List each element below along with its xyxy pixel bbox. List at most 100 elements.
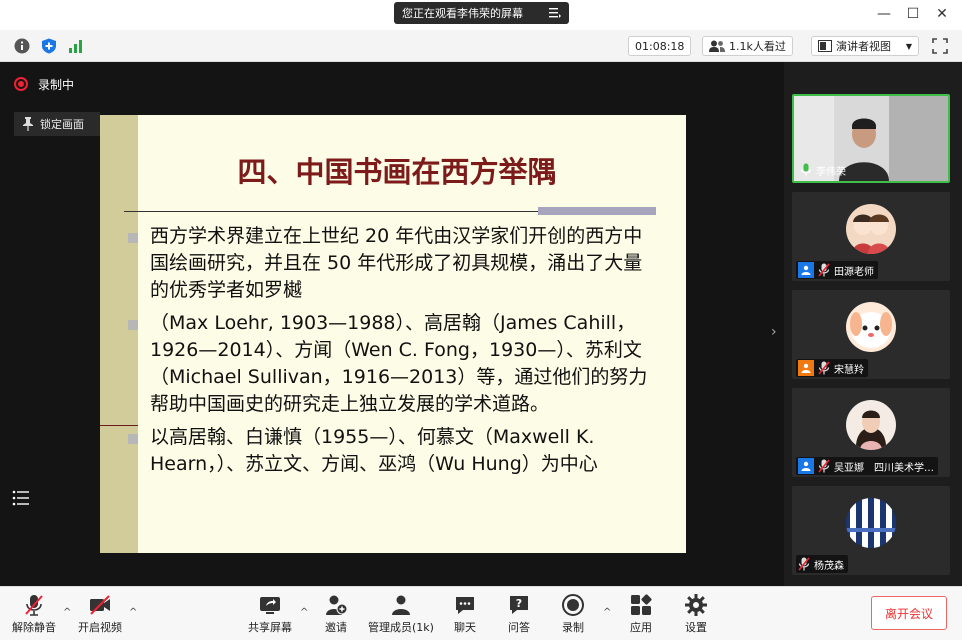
video-off-icon [90,595,110,615]
info-icon[interactable] [14,38,30,54]
record-label: 录制 [562,621,584,634]
start-video-button[interactable]: 开启视频 [78,593,122,635]
participants-panel: 李伟荣 田源老师 宋慧羚 吴亚娜 四川美术学… 杨茂森 [784,62,962,586]
leave-meeting-label: 离开会议 [884,606,933,621]
slide-bullet: 西方学术界建立在上世纪 20 年代由汉学家们开创的西方中国绘画研究，并且在 50… [128,223,658,304]
viewers-text: 1.1k人看过 [729,40,786,53]
timer-text: 01:08:18 [635,39,685,53]
add-person-icon [326,595,348,615]
menu-icon[interactable] [549,7,561,18]
user-badge-icon [798,262,814,278]
share-banner-text: 您正在观看李伟荣的屏幕 [402,7,523,20]
slide-bullets: 西方学术界建立在上世纪 20 年代由汉学家们开创的西方中国绘画研究，并且在 50… [128,223,658,484]
bullet-text: （Max Loehr, 1903—1988）、高居翰（James Cahill，… [150,312,648,415]
participant-tile[interactable]: 宋慧羚 [792,290,950,379]
qa-label: 问答 [508,621,530,634]
recording-label: 录制中 [38,77,75,92]
avatar [846,302,896,352]
participant-tile[interactable]: 吴亚娜 四川美术学… [792,388,950,477]
record-button[interactable]: 录制 [561,593,585,635]
lock-view-label: 锁定画面 [40,118,84,131]
slide-title: 四、中国书画在西方举隅 [237,155,557,189]
settings-label: 设置 [685,621,707,634]
apps-button[interactable]: 应用 [629,593,653,635]
title-underline-accent [538,207,656,215]
slide-bullet: （Max Loehr, 1903—1988）、高居翰（James Cahill，… [128,310,658,418]
participant-tile[interactable]: 田源老师 [792,192,950,281]
mic-muted-icon [798,557,810,571]
participant-tile[interactable]: 杨茂森 [792,486,950,575]
bullet-text: 西方学术界建立在上世纪 20 年代由汉学家们开创的西方中国绘画研究，并且在 50… [150,225,643,301]
participant-tile-speaker[interactable]: 李伟荣 [792,94,950,183]
start-video-label: 开启视频 [78,621,122,634]
gear-icon [685,594,707,616]
avatar [846,400,896,450]
svg-text:?: ? [516,597,522,610]
meeting-window: 您正在观看李伟荣的屏幕 — ☐ ✕ 01:08:18 1.1k人看过 演讲者视图… [0,0,962,640]
info-bar: 01:08:18 1.1k人看过 演讲者视图 ▼ [0,30,962,62]
chevron-up-icon[interactable]: ^ [300,607,308,618]
apps-icon [631,594,652,615]
share-screen-icon [260,597,280,614]
manage-members-label: 管理成员(1k) [368,621,434,634]
bullet-marker [128,233,138,243]
meeting-toolbar: 解除静音 ^ 开启视频 ^ 共享屏幕 ^ 邀请 管理成员(1k) 聊天 ? 问答 [0,586,962,640]
lock-view-button[interactable]: 锁定画面 [14,112,100,136]
chat-label: 聊天 [454,621,476,634]
record-icon [562,594,584,616]
slide-bullet: 以高居翰、白谦慎（1955—）、何慕文（Maxwell K. Hearn，）、苏… [128,424,658,478]
view-mode-text: 演讲者视图 [836,40,891,53]
share-screen-button[interactable]: 共享屏幕 [248,593,292,635]
minimize-button[interactable]: — [876,6,892,22]
question-icon: ? [510,596,528,614]
avatar [846,498,896,548]
view-mode-dropdown[interactable]: 演讲者视图 ▼ [811,36,919,56]
maximize-button[interactable]: ☐ [905,6,921,22]
bullet-text: 以高居翰、白谦慎（1955—）、何慕文（Maxwell K. Hearn，）、苏… [150,426,598,475]
avatar [846,204,896,254]
chat-button[interactable]: 聊天 [453,593,477,635]
invite-label: 邀请 [325,621,347,634]
chevron-up-icon[interactable]: ^ [63,607,71,618]
collapse-panel-arrow-icon[interactable]: › [771,324,777,340]
signal-icon[interactable] [68,38,84,54]
screen-share-banner[interactable]: 您正在观看李伟荣的屏幕 [394,2,569,24]
participant-name: 田源老师 [834,266,874,278]
meeting-timer: 01:08:18 [628,36,692,56]
share-screen-label: 共享屏幕 [248,621,292,634]
fullscreen-icon[interactable] [932,38,948,54]
people-icon [709,40,725,52]
manage-members-button[interactable]: 管理成员(1k) [368,593,434,635]
invite-button[interactable]: 邀请 [324,593,348,635]
leave-meeting-button[interactable]: 离开会议 [871,596,947,630]
unmute-button[interactable]: 解除静音 [12,593,56,635]
speaker-view-icon [818,40,832,52]
members-icon [391,595,410,615]
participant-name: 吴亚娜 四川美术学… [834,462,934,474]
unmute-label: 解除静音 [12,621,56,634]
mic-muted-icon [25,595,43,616]
recording-indicator[interactable]: 录制中 [14,72,74,96]
title-bar: 您正在观看李伟荣的屏幕 — ☐ ✕ [0,0,962,30]
shield-icon[interactable] [41,38,57,54]
shared-screen-area: 录制中 锁定画面 四、中国书画在西方举隅 西方学术界建立在上世纪 20 年代由汉… [0,62,784,586]
user-badge-icon [798,458,814,474]
settings-button[interactable]: 设置 [684,593,708,635]
mic-muted-icon [818,361,830,375]
chevron-down-icon: ▼ [905,41,912,51]
chevron-up-icon[interactable]: ^ [129,607,137,618]
bullet-marker [128,320,138,330]
participant-label: 李伟荣 [798,161,850,179]
participant-label: 田源老师 [796,261,878,279]
mic-muted-icon [818,263,830,277]
viewers-count[interactable]: 1.1k人看过 [702,36,793,56]
mic-muted-icon [818,459,830,473]
list-icon[interactable] [12,490,30,506]
mic-icon [800,163,812,177]
record-dot-icon [14,77,28,91]
close-button[interactable]: ✕ [934,6,950,22]
pin-icon [23,117,33,131]
qa-button[interactable]: ? 问答 [507,593,531,635]
chevron-up-icon[interactable]: ^ [603,607,611,618]
participant-label: 杨茂森 [796,555,848,573]
